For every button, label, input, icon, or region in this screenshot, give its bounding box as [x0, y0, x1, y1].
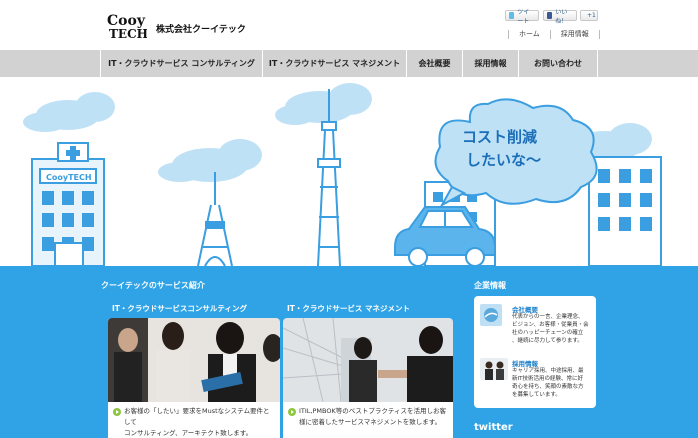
- overview-text: 代表からの一言、企業理念、 ビジョン、お客様・従業員・会 社のハッピーチェーンの…: [512, 313, 589, 345]
- recruit-line: を募集しています。: [512, 392, 561, 398]
- management-description: ITIL,PMBOK等のベストプラクティスを活用しお客 様に密着したサービスマネ…: [283, 402, 453, 438]
- overview-line: ビジョン、お客様・従業員・会: [512, 322, 589, 328]
- nav-item-contact[interactable]: お問い合わせ: [518, 50, 598, 77]
- services-title: クーイテックのサービス紹介: [101, 281, 205, 290]
- utility-links: ホーム 採用情報: [508, 30, 600, 39]
- left-building: [31, 142, 105, 266]
- globe-thumbnail[interactable]: [480, 304, 502, 326]
- arrow-right-icon[interactable]: [288, 408, 296, 416]
- util-link-recruit[interactable]: 採用情報: [549, 30, 600, 39]
- facebook-icon: [547, 12, 553, 19]
- overview-line: 、継続に尽力して参ります。: [512, 338, 583, 344]
- cityscape-illustration: CooyTECH コスト削減 したいな〜: [23, 83, 662, 266]
- overview-line: 代表からの一言、企業理念、: [512, 314, 584, 320]
- gplus-label: +1: [587, 12, 596, 19]
- right-building: [588, 156, 662, 266]
- site-header: Cooy TECH 株式会社クーイテック ツイート いいね！ +1 ホーム 採用…: [0, 0, 698, 50]
- like-label: いいね！: [555, 8, 568, 25]
- tweet-button[interactable]: ツイート: [505, 9, 539, 25]
- consulting-photo[interactable]: [108, 318, 280, 402]
- recruit-line: キャリア採用、中途採用、最: [512, 368, 584, 374]
- logo-bottom-text: TECH: [109, 27, 147, 40]
- util-link-home[interactable]: ホーム: [508, 30, 550, 39]
- nav-item-company[interactable]: 会社概要: [406, 50, 462, 77]
- overview-line: 社のハッピーチェーンの確立: [512, 330, 584, 336]
- company-name: 株式会社クーイテック: [156, 25, 246, 35]
- hero-illustration: CooyTECH コスト削減 したいな〜: [0, 77, 698, 266]
- company-info-box: 会社概要 代表からの一言、企業理念、 ビジョン、お客様・従業員・会 社のハッピー…: [474, 296, 596, 408]
- gplus-button[interactable]: +1: [580, 10, 598, 21]
- nav-item-recruit[interactable]: 採用情報: [462, 50, 518, 77]
- management-desc-line1: ITIL,PMBOK等のベストプラクティスを活用しお客: [299, 407, 446, 415]
- twitter-bird-icon: [509, 12, 515, 19]
- nav-item-management[interactable]: IT・クラウドサービス マネジメント: [262, 50, 406, 77]
- recruit-text: キャリア採用、中途採用、最 新IT技術活用の経験、常に好 奇心を持ち、笑顔の素敵…: [512, 367, 584, 399]
- arrow-right-icon[interactable]: [113, 408, 121, 416]
- recruit-line: 奇心を持ち、笑顔の素敵な方: [512, 384, 584, 390]
- management-label[interactable]: IT・クラウドサービス マネジメント: [287, 303, 410, 314]
- consulting-label[interactable]: IT・クラウドサービスコンサルティング: [112, 303, 247, 314]
- recruit-thumbnail[interactable]: [480, 358, 508, 380]
- company-logo[interactable]: Cooy TECH: [107, 12, 147, 40]
- consulting-description: お客様の「したい」要求をMustなシステム要件として コンサルティング、アーキテ…: [108, 402, 280, 438]
- nav-item-consulting[interactable]: IT・クラウドサービス コンサルティング: [100, 50, 262, 77]
- tokyo-tower: [197, 172, 233, 266]
- like-button[interactable]: いいね！: [543, 9, 577, 25]
- building-sign: CooyTECH: [46, 173, 92, 182]
- management-photo[interactable]: [283, 318, 453, 402]
- recruit-line: 新IT技術活用の経験、常に好: [512, 376, 583, 382]
- consulting-desc-line1: お客様の「したい」要求をMustなシステム要件として: [124, 407, 270, 426]
- consulting-desc-line2: コンサルティング、アーキテクト致します。: [124, 429, 253, 437]
- global-nav: IT・クラウドサービス コンサルティング IT・クラウドサービス マネジメント …: [0, 50, 698, 77]
- twitter-heading: twitter: [474, 422, 513, 433]
- company-info-title: 企業情報: [474, 281, 506, 290]
- management-desc-line2: 様に密着したサービスマネジメントを致します。: [299, 418, 442, 426]
- bubble-text-line1: コスト削減: [462, 128, 537, 146]
- bubble-text-line2: したいな〜: [466, 151, 541, 169]
- tweet-label: ツイート: [517, 8, 530, 25]
